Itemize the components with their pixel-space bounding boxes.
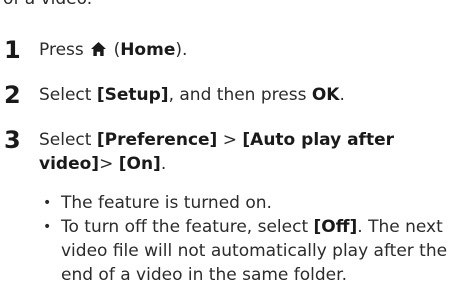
off-label: [Off] — [313, 217, 358, 237]
step-text: Select [Preference] > [Auto play after — [39, 130, 394, 150]
auto-play-label: [Auto play after — [242, 130, 394, 150]
preference-label: [Preference] — [96, 130, 218, 150]
step-text: Select [Setup], and then press OK. — [39, 85, 345, 105]
step-number: 2 — [4, 81, 21, 109]
step-number: 1 — [4, 36, 21, 64]
list-item: • To turn off the feature, select [Off].… — [43, 217, 448, 285]
bullet-dot: • — [43, 219, 52, 235]
ok-label: OK — [311, 85, 340, 105]
auto-play-label-continued: video] — [39, 154, 100, 174]
step-text-continued: video]> [On]. — [39, 154, 167, 174]
step-text: Press (Home). — [39, 40, 188, 60]
setup-label: [Setup] — [96, 85, 169, 105]
bullet-dot: • — [43, 195, 52, 211]
previous-text-fragment: of a video. — [3, 0, 92, 9]
list-item: • The feature is turned on. — [43, 193, 272, 213]
home-icon — [91, 42, 107, 56]
home-label: Home — [120, 40, 176, 60]
bullet-list: • The feature is turned on. • To turn of… — [41, 191, 461, 287]
on-label: [On] — [118, 154, 161, 174]
step-number: 3 — [4, 126, 21, 154]
